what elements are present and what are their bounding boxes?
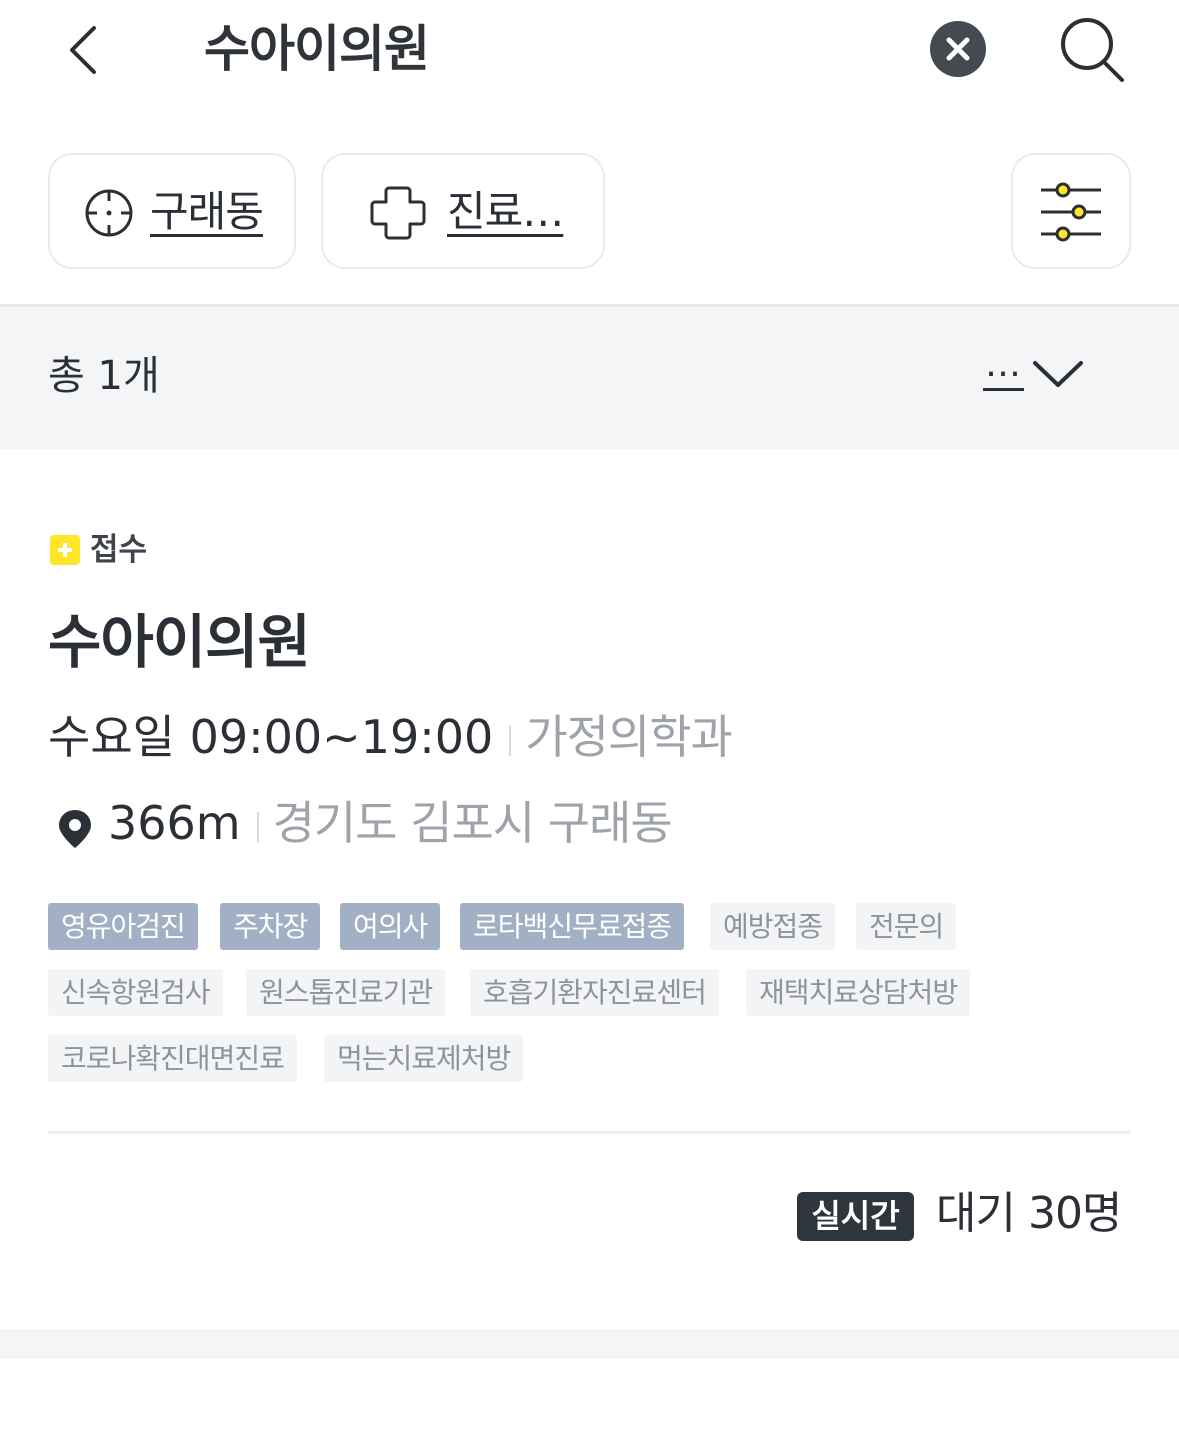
chevron-down-icon [1033,361,1083,387]
location-filter-chip[interactable]: 구래동 [48,153,296,269]
tag: 재택치료상담처방 [746,969,971,1016]
tag: 신속항원검사 [48,969,223,1016]
clear-search-button[interactable] [930,21,986,77]
sort-dropdown[interactable]: … [980,344,1100,410]
tag: 호흡기환자진료센터 [470,969,719,1016]
sliders-icon [1041,182,1101,242]
search-button[interactable] [1056,14,1126,84]
distance: 366m [108,796,241,850]
separator [256,811,259,842]
tag: 예방접종 [710,903,836,950]
wait-count: 대기 30명 [936,1188,1122,1239]
tag: 코로나확진대면진료 [48,1035,297,1082]
reception-status-badge [50,535,80,565]
tag: 여의사 [340,903,441,950]
realtime-badge: 실시간 [797,1192,914,1241]
search-query-title[interactable]: 수아이의원 [204,14,430,84]
result-count: 총 1개 [48,353,160,399]
clinic-name[interactable]: 수아이의원 [48,602,311,682]
plus-icon [58,543,72,557]
back-button[interactable] [56,20,112,80]
address-line: 366m 경기도 김포시 구래동 [108,790,673,856]
card-divider [48,1131,1131,1134]
reception-status-text: 접수 [90,532,148,568]
separator [509,725,512,756]
location-filter-label: 구래동 [150,187,264,236]
sort-label: … [983,342,1024,391]
crosshair-icon [85,189,133,237]
search-icon [1061,18,1124,82]
filter-settings-button[interactable] [1011,153,1131,269]
tag: 주차장 [220,903,321,950]
location-pin-icon [59,810,91,848]
section-gap [0,1329,1179,1359]
department-filter-chip[interactable]: 진료… [321,153,605,269]
tag: 영유아검진 [48,903,198,950]
department-filter-label: 진료… [447,187,564,236]
tag: 먹는치료제처방 [324,1035,524,1082]
medical-cross-icon [370,186,426,240]
close-icon [946,37,970,61]
clinic-address: 경기도 김포시 구래동 [272,796,673,850]
hours-line: 수요일 09:00~19:00 가정의학과 [48,704,733,770]
opening-hours: 수요일 09:00~19:00 [48,710,494,764]
tag: 로타백신무료접종 [460,903,685,950]
chevron-left-icon [70,26,96,74]
clinic-department: 가정의학과 [525,710,733,764]
tag: 원스톱진료기관 [246,969,446,1016]
tag: 전문의 [856,903,957,950]
